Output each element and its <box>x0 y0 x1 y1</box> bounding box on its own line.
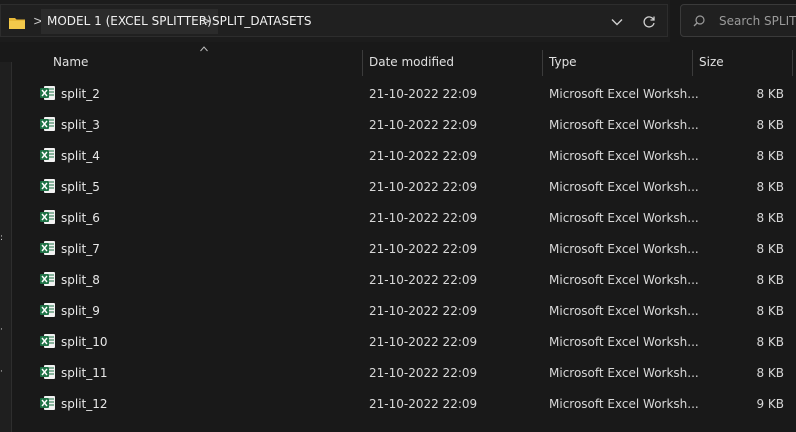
address-box[interactable]: > MODEL 1 (EXCEL SPLITTER) > SPLIT_DATAS… <box>0 4 668 37</box>
file-row[interactable]: split_2 21-10-2022 22:09 Microsoft Excel W… <box>22 78 796 109</box>
file-type: Microsoft Excel Worksh... <box>549 397 699 411</box>
refresh-icon[interactable] <box>642 15 656 29</box>
search-icon <box>693 15 705 27</box>
file-date-modified: 21-10-2022 22:09 <box>369 273 478 287</box>
file-size: 8 KB <box>756 242 784 256</box>
file-date-modified: 21-10-2022 22:09 <box>369 149 478 163</box>
file-date-modified: 21-10-2022 22:09 <box>369 335 478 349</box>
file-size: 9 KB <box>756 397 784 411</box>
file-date-modified: 21-10-2022 22:09 <box>369 397 478 411</box>
file-row[interactable]: split_10 21-10-2022 22:09 Microsoft Excel … <box>22 326 796 357</box>
excel-file-icon <box>40 303 55 317</box>
file-name: split_10 <box>61 335 108 349</box>
file-type: Microsoft Excel Worksh... <box>549 273 699 287</box>
file-name: split_5 <box>61 180 100 194</box>
file-row[interactable]: split_5 21-10-2022 22:09 Microsoft Excel W… <box>22 171 796 202</box>
breadcrumb-model-1[interactable]: MODEL 1 (EXCEL SPLITTER) <box>41 9 218 34</box>
file-date-modified: 21-10-2022 22:09 <box>369 242 478 256</box>
file-row[interactable]: split_11 21-10-2022 22:09 Microsoft Excel … <box>22 357 796 388</box>
excel-file-icon <box>40 241 55 255</box>
file-size: 8 KB <box>756 366 784 380</box>
file-size: 8 KB <box>756 335 784 349</box>
file-type: Microsoft Excel Worksh... <box>549 335 699 349</box>
excel-file-icon <box>40 179 55 193</box>
file-date-modified: 21-10-2022 22:09 <box>369 366 478 380</box>
file-name: split_8 <box>61 273 100 287</box>
file-name: split_12 <box>61 397 108 411</box>
file-name: split_4 <box>61 149 100 163</box>
file-row[interactable]: split_7 21-10-2022 22:09 Microsoft Excel W… <box>22 233 796 264</box>
search-box[interactable] <box>680 4 796 37</box>
file-row[interactable]: split_12 21-10-2022 22:09 Microsoft Excel … <box>22 388 796 419</box>
sort-ascending-icon <box>200 46 208 52</box>
navigation-pane[interactable]: : · · <box>0 62 12 432</box>
nav-item-fragment[interactable]: · <box>0 326 6 335</box>
file-size: 8 KB <box>756 211 784 225</box>
file-date-modified: 21-10-2022 22:09 <box>369 118 478 132</box>
excel-file-icon <box>40 272 55 286</box>
folder-icon <box>9 18 25 29</box>
file-row[interactable]: split_6 21-10-2022 22:09 Microsoft Excel W… <box>22 202 796 233</box>
file-name: split_9 <box>61 304 100 318</box>
nav-item-fragment[interactable]: · <box>0 368 6 377</box>
file-row[interactable]: split_9 21-10-2022 22:09 Microsoft Excel W… <box>22 295 796 326</box>
excel-file-icon <box>40 86 55 100</box>
file-date-modified: 21-10-2022 22:09 <box>369 304 478 318</box>
nav-item-fragment[interactable]: : <box>0 234 6 243</box>
file-size: 8 KB <box>756 87 784 101</box>
file-type: Microsoft Excel Worksh... <box>549 304 699 318</box>
file-type: Microsoft Excel Worksh... <box>549 118 699 132</box>
file-row[interactable]: split_8 21-10-2022 22:09 Microsoft Excel W… <box>22 264 796 295</box>
column-header-name[interactable]: Name <box>53 55 88 69</box>
file-type: Microsoft Excel Worksh... <box>549 242 699 256</box>
file-type: Microsoft Excel Worksh... <box>549 366 699 380</box>
file-date-modified: 21-10-2022 22:09 <box>369 180 478 194</box>
column-divider[interactable] <box>692 50 693 76</box>
file-size: 8 KB <box>756 273 784 287</box>
breadcrumb-split-datasets[interactable]: SPLIT_DATASETS <box>206 9 317 34</box>
chevron-down-icon[interactable] <box>611 17 623 27</box>
file-type: Microsoft Excel Worksh... <box>549 211 699 225</box>
file-size: 8 KB <box>756 180 784 194</box>
column-header-type[interactable]: Type <box>549 55 577 69</box>
column-divider[interactable] <box>792 50 793 76</box>
file-type: Microsoft Excel Worksh... <box>549 180 699 194</box>
excel-file-icon <box>40 210 55 224</box>
file-list: Name Date modified Type Size split_2 21-1… <box>22 44 796 432</box>
file-name: split_11 <box>61 366 108 380</box>
file-row[interactable]: split_4 21-10-2022 22:09 Microsoft Excel W… <box>22 140 796 171</box>
excel-file-icon <box>40 334 55 348</box>
address-bar: > MODEL 1 (EXCEL SPLITTER) > SPLIT_DATAS… <box>0 0 670 42</box>
search-input[interactable] <box>719 11 796 31</box>
file-name: split_7 <box>61 242 100 256</box>
file-size: 8 KB <box>756 149 784 163</box>
column-header-size[interactable]: Size <box>699 55 724 69</box>
file-size: 8 KB <box>756 304 784 318</box>
column-divider[interactable] <box>362 50 363 76</box>
file-name: split_6 <box>61 211 100 225</box>
excel-file-icon <box>40 396 55 410</box>
column-header-date[interactable]: Date modified <box>369 55 454 69</box>
file-type: Microsoft Excel Worksh... <box>549 87 699 101</box>
file-name: split_2 <box>61 87 100 101</box>
file-type: Microsoft Excel Worksh... <box>549 149 699 163</box>
excel-file-icon <box>40 365 55 379</box>
file-date-modified: 21-10-2022 22:09 <box>369 211 478 225</box>
excel-file-icon <box>40 117 55 131</box>
file-date-modified: 21-10-2022 22:09 <box>369 87 478 101</box>
column-divider[interactable] <box>542 50 543 76</box>
file-name: split_3 <box>61 118 100 132</box>
column-header-row: Name Date modified Type Size <box>22 44 796 78</box>
file-size: 8 KB <box>756 118 784 132</box>
excel-file-icon <box>40 148 55 162</box>
file-row[interactable]: split_3 21-10-2022 22:09 Microsoft Excel W… <box>22 109 796 140</box>
